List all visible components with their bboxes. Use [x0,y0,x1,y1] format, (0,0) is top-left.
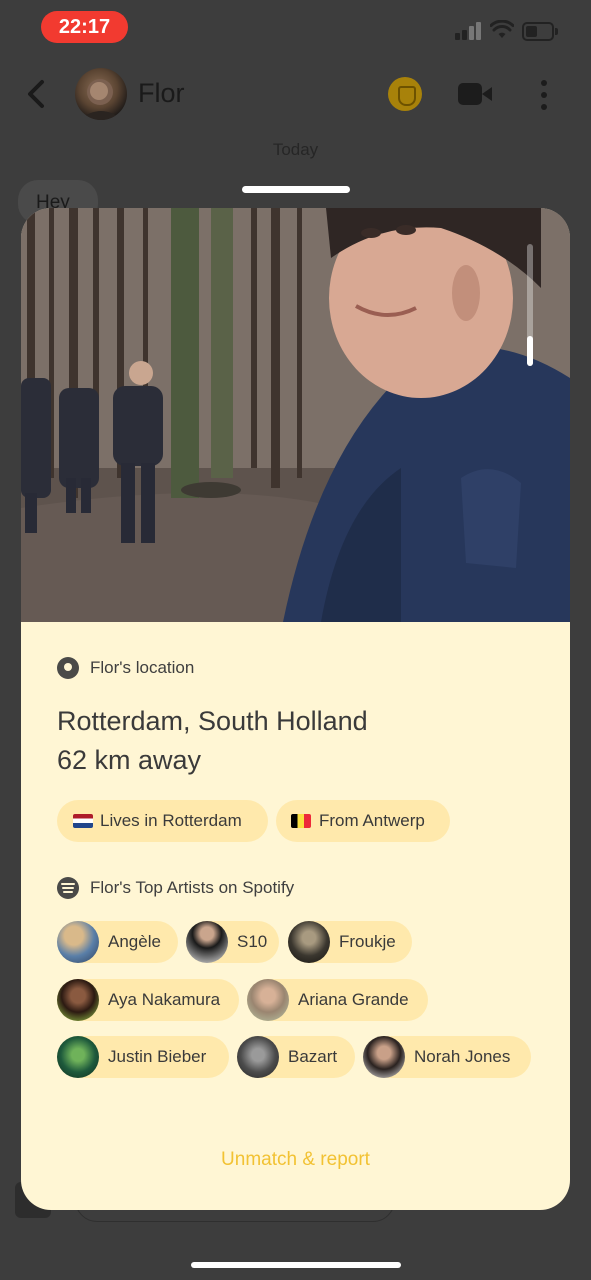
home-indicator[interactable] [191,1262,401,1268]
artist-name: Froukje [339,932,396,951]
signal-icon [455,22,483,40]
artist-chip[interactable]: Bazart [237,1036,355,1078]
artist-photo [57,1036,99,1078]
artist-photo [57,921,99,963]
profile-sheet: Flor's location Rotterdam, South Holland… [21,208,570,1210]
video-call-icon[interactable] [458,83,492,105]
artist-name: Ariana Grande [298,990,409,1009]
lives-in-label: Lives in Rotterdam [100,811,242,830]
artist-name: Aya Nakamura [108,990,221,1009]
unmatch-report-link[interactable]: Unmatch & report [21,1149,570,1171]
artist-photo [247,979,289,1021]
battery-icon [522,22,558,41]
artist-photo [288,921,330,963]
artist-chip[interactable]: Angèle [57,921,178,963]
location-pin-icon [57,657,79,679]
artist-name: Bazart [288,1047,338,1066]
artist-name: Norah Jones [414,1047,511,1066]
date-separator: Today [272,140,319,159]
back-arrow-icon[interactable] [22,78,50,110]
artist-chip[interactable]: Justin Bieber [57,1036,229,1078]
profile-photo[interactable] [21,208,570,622]
location-heading: Flor's location [90,658,195,677]
sheet-drag-handle[interactable] [242,186,350,193]
status-time: 22:17 [41,11,128,43]
avatar[interactable] [75,68,127,120]
spotify-icon [57,877,79,899]
status-bar: 22:17 [0,0,591,56]
wifi-icon [490,20,514,38]
location-city: Rotterdam, South Holland [57,706,368,736]
artist-photo [57,979,99,1021]
artist-chip[interactable]: Ariana Grande [247,979,428,1021]
artist-chip[interactable]: Froukje [288,921,412,963]
from-label: From Antwerp [319,811,425,830]
location-distance: 62 km away [57,745,202,775]
artist-chip[interactable]: S10 [186,921,279,963]
netherlands-flag-icon [73,814,93,828]
artist-name: Justin Bieber [108,1047,207,1066]
artist-name: S10 [237,932,268,951]
chat-header: Flor [0,56,591,132]
artist-photo [186,921,228,963]
shield-badge-icon[interactable] [388,77,422,111]
artist-chip[interactable]: Aya Nakamura [57,979,239,1021]
artist-photo [237,1036,279,1078]
from-chip: From Antwerp [276,800,450,842]
artist-name: Angèle [108,932,161,951]
more-options-icon[interactable] [540,80,548,110]
chat-contact-name[interactable]: Flor [138,78,185,109]
artist-photo [363,1036,405,1078]
photo-scroll-indicator [527,244,533,366]
artist-chip[interactable]: Norah Jones [363,1036,531,1078]
spotify-heading: Flor's Top Artists on Spotify [90,878,295,897]
belgium-flag-icon [291,814,311,828]
lives-in-chip: Lives in Rotterdam [57,800,268,842]
